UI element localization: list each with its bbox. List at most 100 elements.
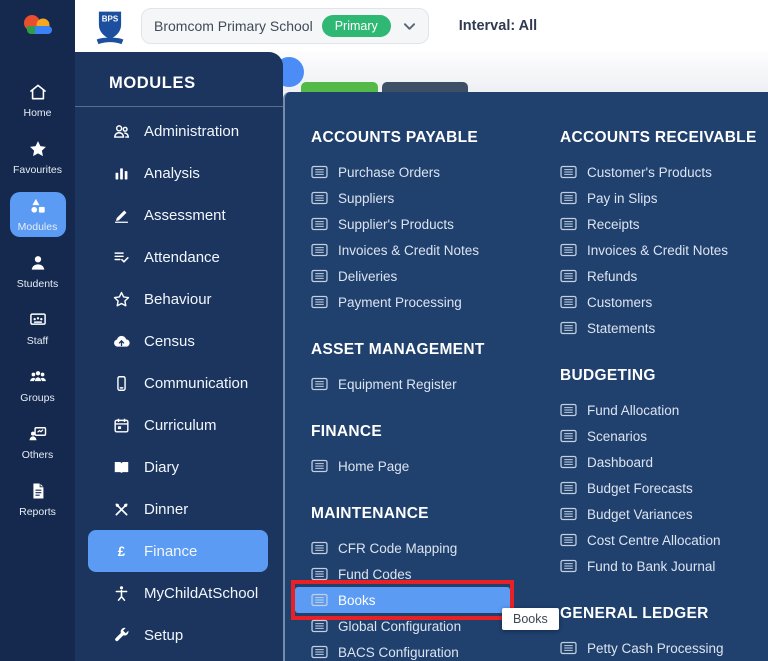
table-list-icon	[311, 593, 328, 607]
flyout-menu-item[interactable]: Statements	[544, 315, 762, 341]
flyout-column: ACCOUNTS PAYABLE Purchase Orders Supplie…	[291, 129, 514, 661]
table-list-icon	[560, 507, 577, 521]
section-items: CFR Code Mapping Fund Codes Books Global…	[291, 535, 514, 661]
flyout-item-label: Suppliers	[338, 190, 395, 206]
section-title: BUDGETING	[560, 367, 656, 384]
table-list-icon	[311, 243, 328, 257]
flyout-menu-item[interactable]: Global Configuration	[295, 613, 510, 639]
flyout-item-label: Supplier's Products	[338, 216, 454, 232]
module-label: Diary	[144, 458, 180, 476]
section-title: ACCOUNTS PAYABLE	[311, 129, 479, 146]
app-root: BPS Bromcom Primary School Primary Inter…	[0, 0, 768, 661]
modules-menu-item[interactable]: Behaviour	[88, 278, 268, 320]
flyout-menu-item[interactable]: Dashboard	[544, 449, 762, 475]
sidebar-item[interactable]: Staff	[10, 306, 66, 351]
sidebar-item-label: Home	[23, 107, 52, 119]
flyout-menu-item[interactable]: Invoices & Credit Notes	[544, 237, 762, 263]
module-icon	[112, 290, 131, 309]
modules-menu-item[interactable]: MyChildAtSchool	[88, 572, 268, 614]
modules-menu-item[interactable]: £ Finance	[88, 530, 268, 572]
flyout-menu-item[interactable]: Suppliers	[295, 185, 510, 211]
modules-menu-item[interactable]: Analysis	[88, 152, 268, 194]
school-selector[interactable]: Bromcom Primary School Primary	[141, 8, 429, 44]
table-list-icon	[560, 481, 577, 495]
flyout-menu-item[interactable]: Fund Allocation	[544, 397, 762, 423]
flyout-menu-item[interactable]: Receipts	[544, 211, 762, 237]
modules-menu-item[interactable]: Attendance	[88, 236, 268, 278]
sidebar-item-label: Students	[16, 278, 59, 290]
module-label: Analysis	[144, 164, 200, 182]
flyout-menu-item[interactable]: Pay in Slips	[544, 185, 762, 211]
module-icon	[112, 500, 131, 519]
sidebar-item[interactable]: Groups	[10, 363, 66, 408]
table-list-icon	[560, 403, 577, 417]
flyout-item-label: Fund Codes	[338, 566, 412, 582]
sidebar-item[interactable]: Home	[10, 78, 66, 123]
sidebar-item[interactable]: Favourites	[10, 135, 66, 180]
sidebar-item[interactable]: Reports	[10, 477, 66, 522]
module-icon	[112, 458, 131, 477]
module-icon	[112, 122, 131, 141]
flyout-menu-item[interactable]: Customer's Products	[544, 159, 762, 185]
sidebar-item-icon	[28, 481, 48, 501]
flyout-menu-item[interactable]: CFR Code Mapping	[295, 535, 510, 561]
module-icon	[112, 626, 131, 645]
flyout-item-label: CFR Code Mapping	[338, 540, 458, 556]
bromcom-logo-button[interactable]	[0, 0, 75, 52]
module-label: MyChildAtSchool	[144, 584, 259, 602]
section-title: MAINTENANCE	[311, 505, 429, 522]
bromcom-cloud-icon	[18, 13, 58, 39]
sidebar-item[interactable]: Modules	[9, 192, 66, 237]
table-list-icon	[560, 429, 577, 443]
flyout-menu-item[interactable]: Equipment Register	[295, 371, 510, 397]
module-icon: £	[112, 542, 131, 561]
modules-list: Administration Analysis Assessment Atten…	[75, 110, 283, 656]
flyout-menu-item[interactable]: Payment Processing	[295, 289, 510, 315]
flyout-menu-item[interactable]: Budget Forecasts	[544, 475, 762, 501]
modules-menu-item[interactable]: Setup	[88, 614, 268, 656]
flyout-menu-item[interactable]: Petty Cash Processing	[544, 635, 762, 661]
section-items: Customer's Products Pay in Slips Receipt…	[560, 159, 762, 341]
flyout-menu-item[interactable]: Budget Variances	[544, 501, 762, 527]
flyout-columns: ACCOUNTS PAYABLE Purchase Orders Supplie…	[291, 129, 768, 661]
flyout-menu-item[interactable]: Books	[291, 580, 514, 620]
table-list-icon	[311, 191, 328, 205]
sidebar-item-label: Groups	[20, 392, 55, 404]
table-list-icon	[311, 269, 328, 283]
modules-menu-item[interactable]: Dinner	[88, 488, 268, 530]
modules-menu-item[interactable]: Curriculum	[88, 404, 268, 446]
flyout-menu-item[interactable]: Fund Codes	[295, 561, 510, 587]
flyout-section: FINANCE Home Page	[311, 423, 510, 479]
flyout-menu-item[interactable]: Deliveries	[295, 263, 510, 289]
flyout-menu-item[interactable]: Refunds	[544, 263, 762, 289]
flyout-menu-item[interactable]: Scenarios	[544, 423, 762, 449]
flyout-menu-item[interactable]: Customers	[544, 289, 762, 315]
flyout-menu-item[interactable]: Cost Centre Allocation	[544, 527, 762, 553]
icon-sidebar: Home Favourites Modules Students Staff G…	[0, 52, 75, 661]
module-icon	[112, 206, 131, 225]
modules-menu-item[interactable]: Diary	[88, 446, 268, 488]
sidebar-item-label: Others	[21, 449, 54, 461]
modules-menu-item[interactable]: Administration	[88, 110, 268, 152]
flyout-menu-item[interactable]: Home Page	[295, 453, 510, 479]
modules-menu-item[interactable]: Assessment	[88, 194, 268, 236]
sidebar-item-icon	[28, 310, 48, 330]
sidebar-item[interactable]: Students	[10, 249, 66, 294]
flyout-section: BUDGETING Fund Allocation Scenarios Dash…	[560, 367, 762, 579]
flyout-menu-item[interactable]: Supplier's Products	[295, 211, 510, 237]
module-icon	[112, 416, 131, 435]
table-list-icon	[560, 191, 577, 205]
sidebar-item[interactable]: Others	[10, 420, 66, 465]
svg-text:£: £	[118, 543, 126, 558]
flyout-menu-item[interactable]: BACS Configuration	[295, 639, 510, 661]
modules-menu-item[interactable]: Communication	[88, 362, 268, 404]
modules-menu-item[interactable]: Census	[88, 320, 268, 362]
flyout-menu-item[interactable]: Fund to Bank Journal	[544, 553, 762, 579]
module-icon	[112, 584, 131, 603]
flyout-menu-item[interactable]: Purchase Orders	[295, 159, 510, 185]
flyout-menu-item[interactable]: Invoices & Credit Notes	[295, 237, 510, 263]
module-label: Dinner	[144, 500, 189, 518]
sidebar-item-label: Favourites	[12, 164, 63, 176]
flyout-item-label: Dashboard	[587, 454, 654, 470]
table-list-icon	[560, 269, 577, 283]
